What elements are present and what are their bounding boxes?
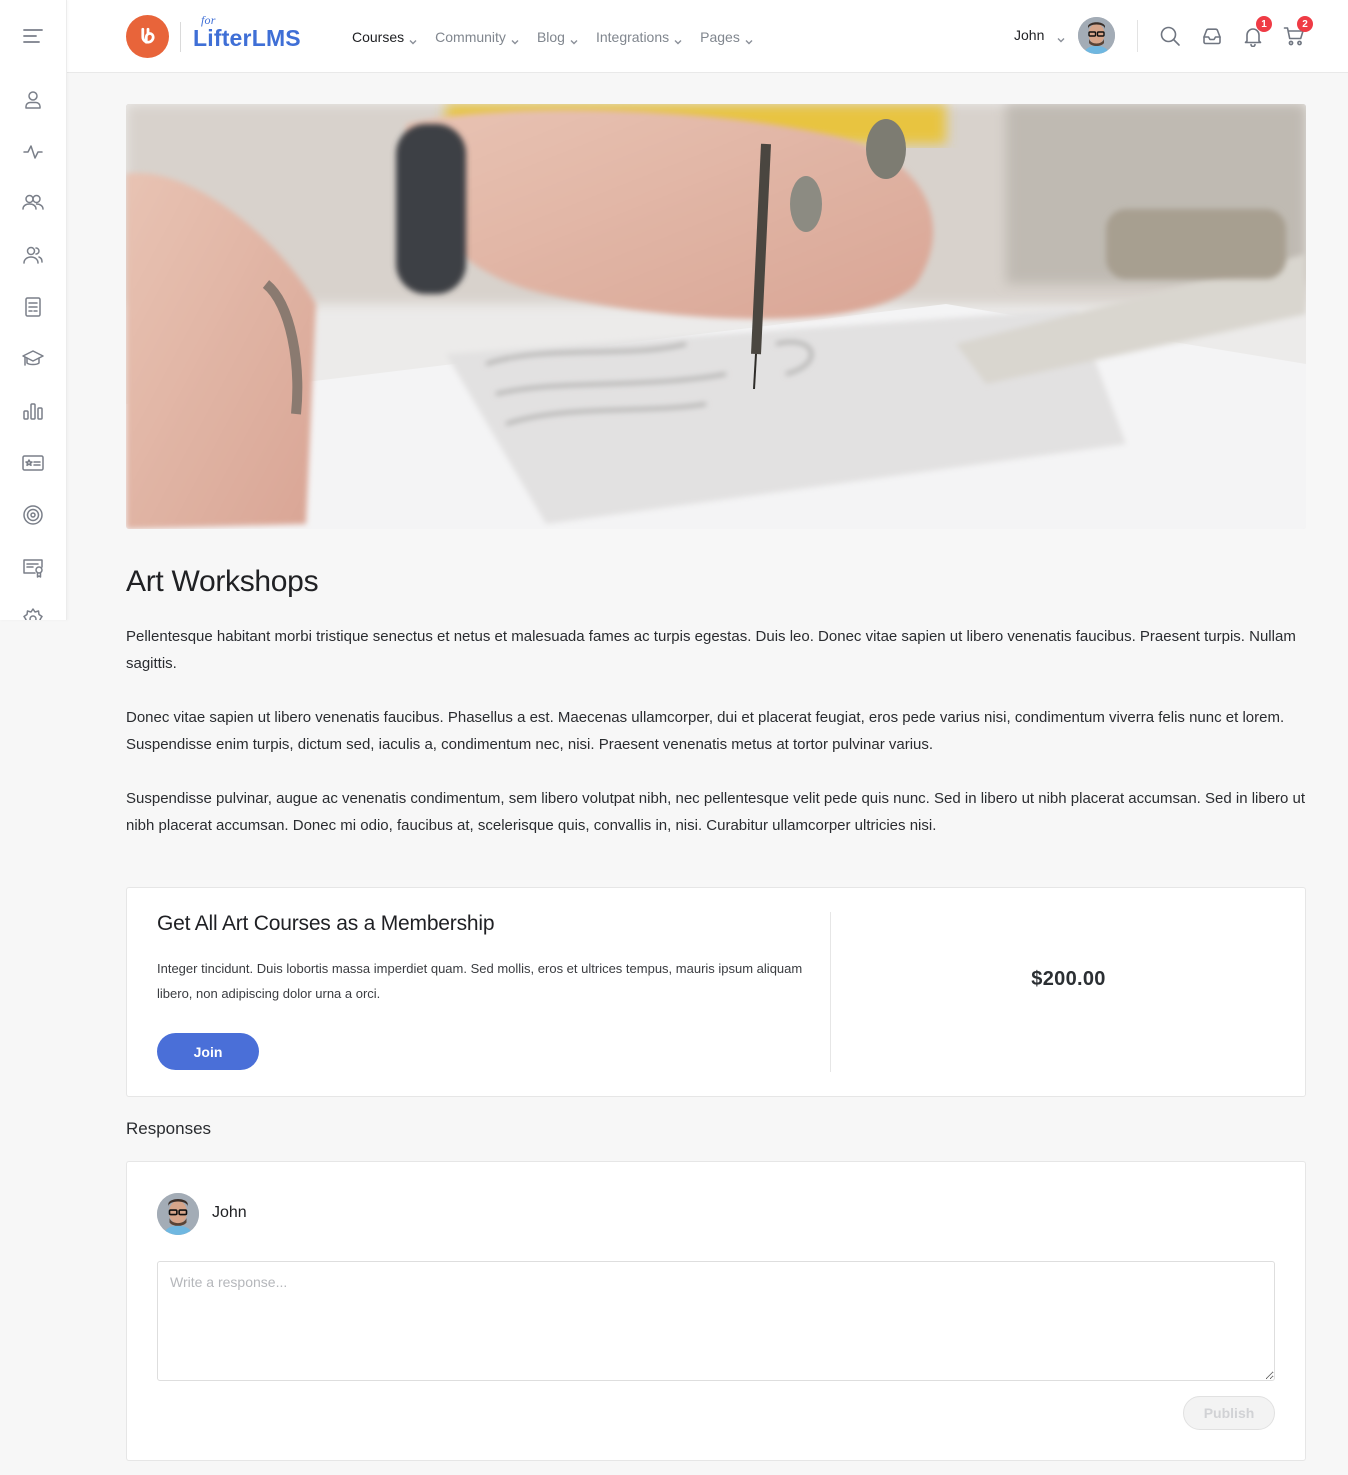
badges-icon: [22, 455, 44, 471]
sidebar-item-members[interactable]: [21, 243, 45, 267]
user-menu-name[interactable]: John: [1014, 27, 1044, 43]
messages-button[interactable]: [1201, 25, 1223, 47]
publish-button[interactable]: Publish: [1183, 1396, 1275, 1430]
cart-button[interactable]: 2: [1283, 16, 1313, 47]
hero-illustration: [126, 104, 1306, 529]
sidebar-item-certificates[interactable]: [21, 555, 45, 579]
inbox-icon: [1203, 28, 1221, 45]
responses-heading: Responses: [126, 1119, 212, 1138]
chevron-down-icon: [511, 33, 519, 44]
profile-icon: [25, 91, 41, 109]
search-button[interactable]: [1159, 25, 1181, 47]
membership-title: Get All Art Courses as a Membership: [157, 912, 495, 935]
reports-icon: [23, 403, 43, 420]
description-paragraph: Pellentesque habitant morbi tristique se…: [126, 628, 1296, 672]
sidebar-item-badges[interactable]: [21, 451, 45, 475]
nav-label: Pages: [700, 28, 740, 45]
join-button[interactable]: Join: [157, 1033, 259, 1070]
site-logo[interactable]: for LifterLMS: [126, 13, 301, 58]
logo-name: LifterLMS: [193, 25, 301, 51]
notifications-button[interactable]: 1: [1242, 16, 1272, 48]
sidebar-item-forums[interactable]: [21, 295, 45, 319]
membership-price: $200.00: [1031, 968, 1106, 990]
chevron-down-icon[interactable]: [1057, 31, 1065, 43]
main-nav: Courses Community Blog Integrations Page…: [352, 0, 771, 73]
main-content: Art Workshops Pellentesque habitant morb…: [126, 104, 1306, 1461]
chevron-down-icon: [745, 33, 753, 44]
nav-item-pages[interactable]: Pages: [700, 29, 753, 45]
groups-icon: [22, 194, 44, 210]
sidebar-item-reports[interactable]: [21, 399, 45, 423]
logo-divider: [180, 21, 181, 52]
description-paragraph: Donec vitae sapien ut libero venenatis f…: [126, 709, 1285, 753]
nav-item-courses[interactable]: Courses: [352, 29, 417, 45]
nav-label: Blog: [536, 28, 565, 45]
notifications-badge: 1: [1256, 16, 1272, 32]
sidebar-toggle-button[interactable]: [23, 27, 43, 45]
response-author-name: John: [212, 1204, 247, 1221]
sidebar-item-profile[interactable]: [21, 88, 45, 112]
certificates-icon: [23, 559, 43, 578]
sidebar-item-settings[interactable]: [21, 607, 45, 620]
membership-info: Get All Art Courses as a Membership Inte…: [157, 912, 831, 1072]
cart-badge: 2: [1297, 16, 1313, 32]
sidebar-item-groups[interactable]: [21, 190, 45, 214]
course-description: Pellentesque habitant morbi tristique se…: [126, 623, 1306, 839]
menu-icon: [23, 29, 43, 43]
sidebar-item-activity[interactable]: [21, 140, 45, 164]
chevron-down-icon: [570, 33, 578, 44]
response-form: John Publish: [126, 1161, 1306, 1461]
response-author-avatar: [157, 1193, 199, 1235]
members-icon: [23, 246, 43, 264]
user-avatar[interactable]: [1078, 17, 1115, 54]
search-icon: [1160, 26, 1180, 46]
nav-label: Community: [435, 28, 506, 45]
logo-prefix: for: [201, 13, 216, 27]
hero-image: [126, 104, 1306, 529]
header-divider: [1137, 20, 1138, 52]
nav-item-blog[interactable]: Blog: [537, 29, 578, 45]
nav-item-community[interactable]: Community: [435, 29, 519, 45]
avatar-image: [157, 1193, 199, 1235]
sidebar-item-courses[interactable]: [21, 347, 45, 371]
forums-icon: [25, 297, 41, 317]
description-paragraph: Suspendisse pulvinar, augue ac venenatis…: [126, 790, 1306, 834]
sidebar-item-achievements[interactable]: [21, 503, 45, 527]
nav-label: Integrations: [595, 28, 670, 45]
response-input[interactable]: [157, 1261, 1275, 1381]
nav-item-integrations[interactable]: Integrations: [596, 29, 682, 45]
chevron-down-icon: [409, 33, 417, 44]
settings-icon: [23, 608, 43, 620]
courses-icon: [22, 350, 44, 366]
avatar-image: [1078, 17, 1115, 54]
sidebar: [0, 0, 67, 620]
activity-icon: [23, 145, 43, 159]
membership-description: Integer tincidunt. Duis lobortis massa i…: [157, 961, 803, 1001]
nav-label: Courses: [352, 28, 405, 45]
membership-card: Get All Art Courses as a Membership Inte…: [126, 887, 1306, 1097]
logo-text: for LifterLMS: [193, 13, 301, 52]
page-title: Art Workshops: [126, 565, 319, 598]
logo-badge-icon: [126, 15, 169, 58]
top-header: for LifterLMS Courses Community Blog Int…: [67, 0, 1348, 73]
achievements-icon: [23, 505, 43, 525]
chevron-down-icon: [674, 33, 682, 44]
